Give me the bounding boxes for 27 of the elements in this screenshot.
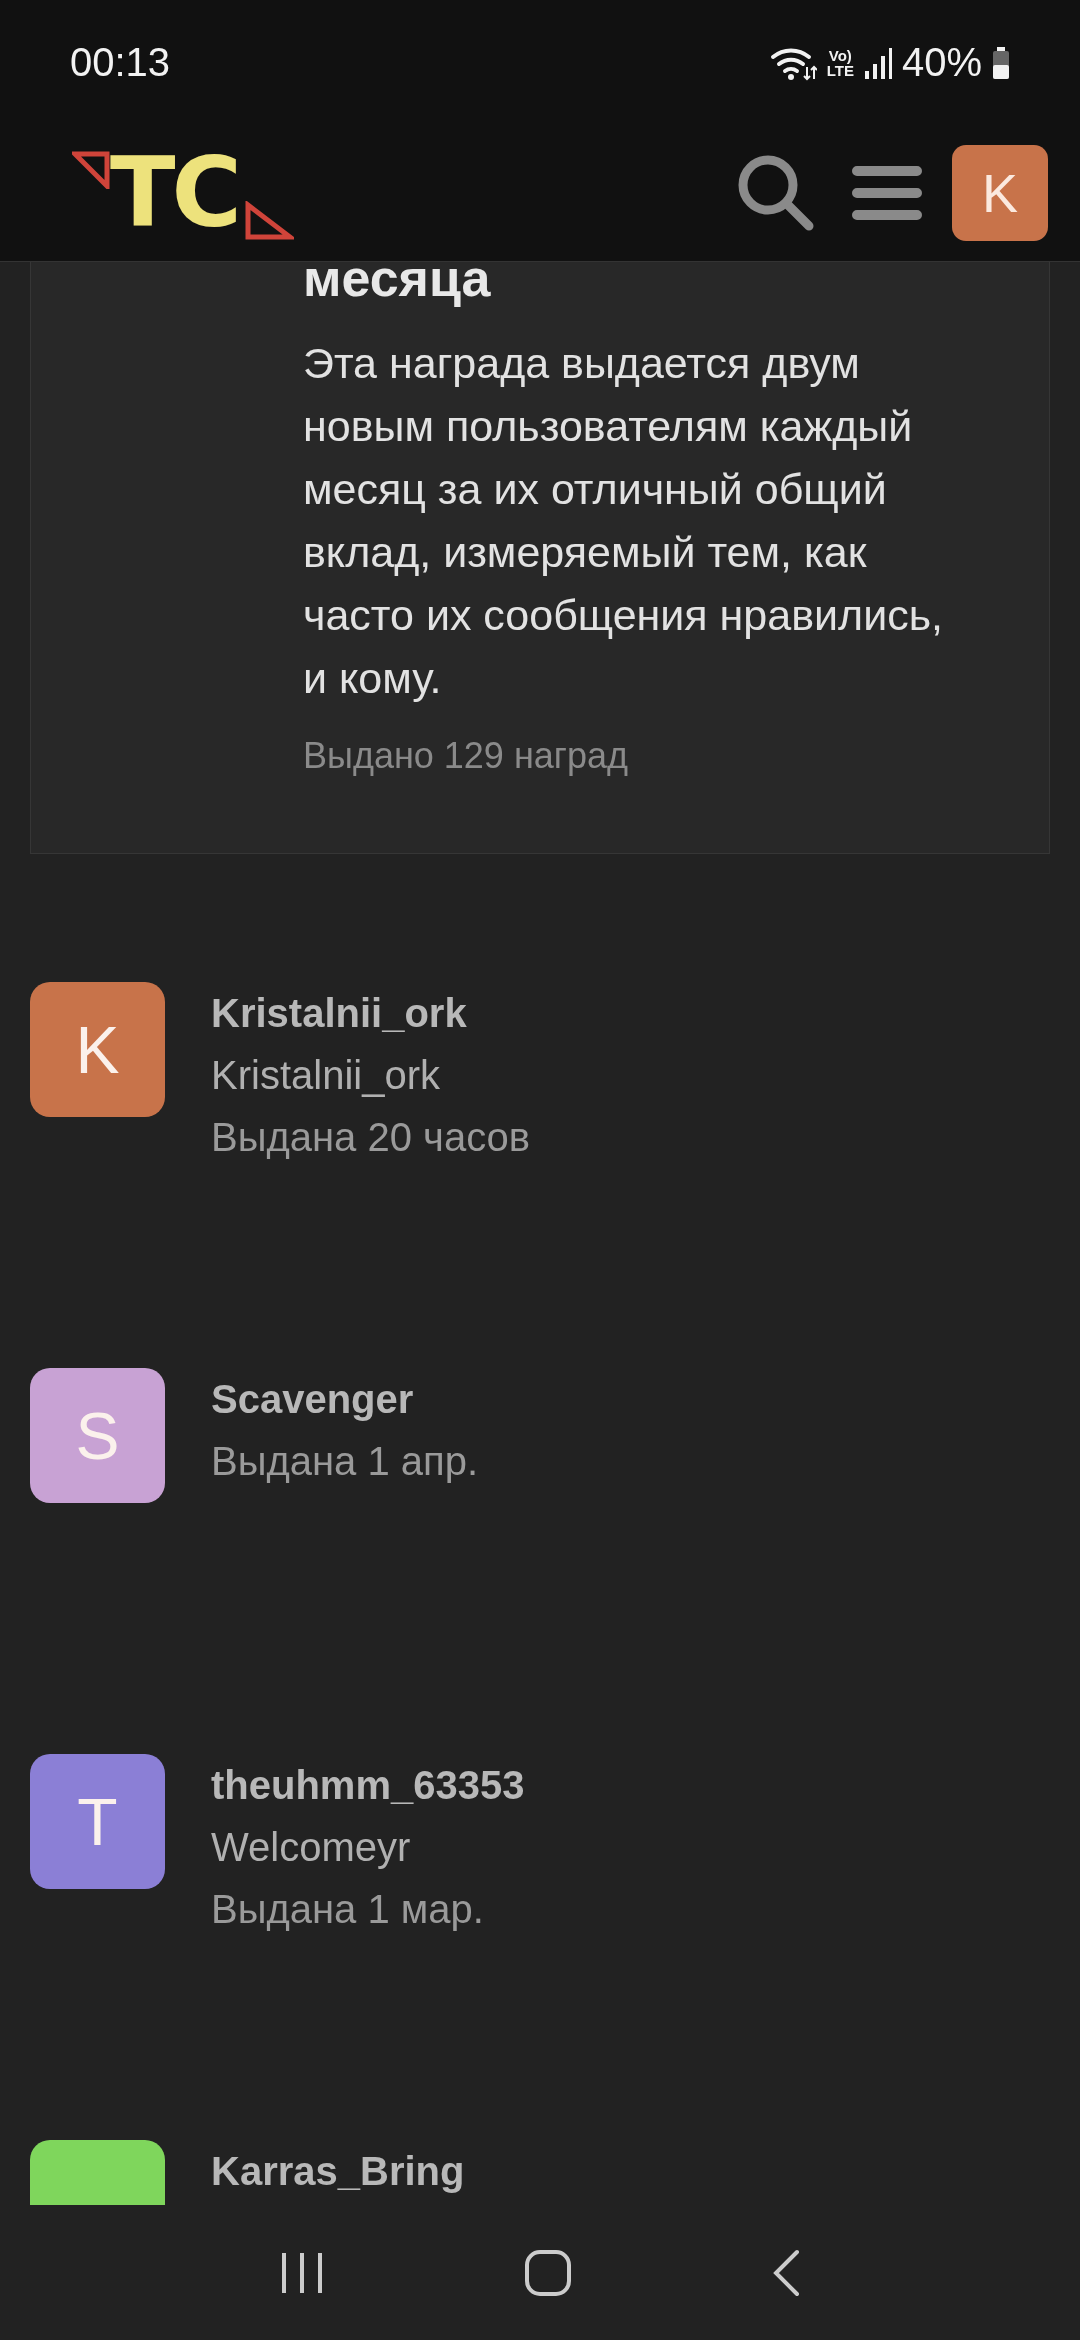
- search-button[interactable]: [736, 153, 816, 233]
- clock: 00:13: [70, 40, 172, 85]
- battery-icon: [992, 46, 1010, 79]
- battery-level: 40%: [901, 40, 982, 85]
- award-title: месяца: [303, 262, 492, 309]
- recent-apps-icon: [280, 2250, 324, 2295]
- search-icon: [736, 153, 816, 233]
- award-date: Выдана 1 апр.: [211, 1438, 479, 1485]
- username: Welcomeyr: [211, 1824, 412, 1871]
- logo[interactable]: TC: [72, 145, 718, 241]
- signal-icon: [863, 46, 892, 79]
- triangle-icon: [72, 151, 110, 189]
- award-date: Выдана 1 мар.: [211, 1886, 485, 1933]
- user-name-link[interactable]: Scavenger: [211, 1368, 479, 1430]
- award-count: Выдано 129 наград: [303, 734, 629, 778]
- menu-icon: [852, 163, 922, 223]
- home-icon: [524, 2248, 572, 2297]
- volte-indicator: Vo) LTE: [826, 47, 854, 78]
- triangle-icon: [243, 201, 294, 241]
- user-name-link[interactable]: Karras_Bring: [211, 2140, 465, 2202]
- username: Kristalnii_ork: [211, 1052, 441, 1099]
- award-description: Эта награда выдается двум новым пользователям каждый месяц за их отличный общий вклад, измеряемый тем, как часто их сообщения нравились, и кому.: [303, 338, 944, 704]
- award-date: Выдана 20 часов: [211, 1114, 531, 1161]
- back-icon: [772, 2248, 800, 2297]
- menu-button[interactable]: [852, 163, 922, 223]
- user-name-link[interactable]: theuhmm_63353: [211, 1754, 525, 1816]
- user-name-link[interactable]: Kristalnii_ork: [211, 982, 531, 1044]
